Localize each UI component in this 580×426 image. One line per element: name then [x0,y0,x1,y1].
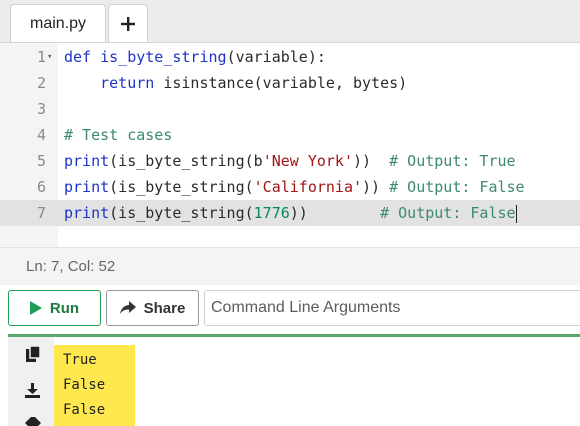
code-line[interactable]: 5 print(is_byte_string(b'New York')) # Ou… [0,148,580,174]
line-number: 3 [36,100,46,118]
code-line[interactable]: 1 ▾ def is_byte_string(variable): [0,44,580,70]
copy-icon[interactable] [26,346,40,362]
play-icon [29,301,42,315]
code-editor[interactable]: 1 ▾ def is_byte_string(variable): 2 return … [0,43,580,247]
line-number: 4 [36,126,46,144]
editor-status-bar: Ln: 7, Col: 52 [0,247,580,285]
code-text: print(is_byte_string(b'New York')) # Out… [64,152,516,170]
eraser-icon[interactable] [25,417,41,426]
run-toolbar: Run Share [0,285,580,333]
run-button[interactable]: Run [8,290,101,326]
share-arrow-icon [119,301,136,314]
tab-bar: main.py [0,0,580,43]
share-button-label: Share [143,299,186,317]
run-button-label: Run [49,299,80,317]
code-text: return isinstance(variable, bytes) [100,74,408,92]
output-line: False [63,377,106,393]
output-line: True [63,352,97,368]
line-number: 5 [36,152,46,170]
share-button[interactable]: Share [106,290,199,326]
fold-chevron-icon[interactable]: ▾ [47,44,52,70]
code-line[interactable]: 6 print(is_byte_string('California')) # O… [0,174,580,200]
line-number: 6 [36,178,46,196]
command-line-arguments-input[interactable] [204,290,580,326]
code-line[interactable]: 2 return isinstance(variable, bytes) [0,70,580,96]
code-line[interactable]: 7 print(is_byte_string(1776)) # Output: F… [0,200,580,226]
cursor-position: Ln: 7, Col: 52 [26,258,116,275]
output-line: False [63,402,106,418]
text-cursor [515,204,517,223]
output-panel: True False False [0,333,580,426]
output-sidebar [8,337,54,426]
download-icon[interactable] [25,383,40,398]
tab-label: main.py [29,14,87,32]
add-tab-button[interactable] [108,4,148,42]
line-number: 7 [36,204,46,222]
plus-icon [121,16,135,31]
code-text: print(is_byte_string('California')) # Ou… [64,178,525,196]
code-text: def is_byte_string(variable): [64,48,326,66]
code-line[interactable]: 4 # Test cases [0,122,580,148]
tab-main-py[interactable]: main.py [10,4,106,42]
output-divider [8,334,580,337]
line-number: 2 [36,74,46,92]
line-number: 1 [36,48,46,66]
code-line[interactable]: 3 [0,96,580,122]
code-text: print(is_byte_string(1776)) # Output: Fa… [64,204,517,223]
code-text: # Test cases [64,126,173,144]
